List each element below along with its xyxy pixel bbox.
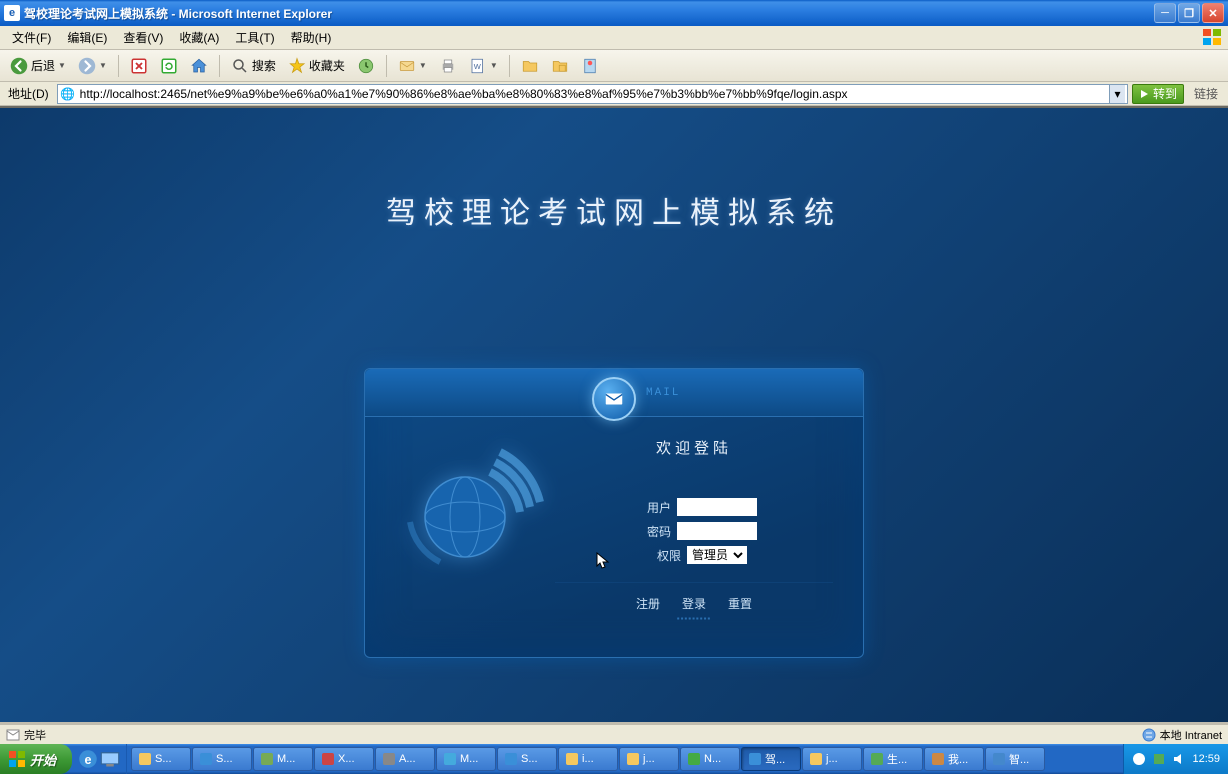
taskbar-item[interactable]: 我... <box>924 747 984 771</box>
user-label: 用户 <box>631 499 671 516</box>
forward-button[interactable]: ▼ <box>74 54 111 78</box>
taskbar-item[interactable]: X... <box>314 747 374 771</box>
ql-ie-icon[interactable]: e <box>78 749 98 769</box>
search-button[interactable]: 搜索 <box>227 54 280 78</box>
menu-file[interactable]: 文件(F) <box>4 27 59 48</box>
task-items: S...S...M...X...A...M...S...i...j...N...… <box>127 747 1123 771</box>
history-button[interactable] <box>353 54 379 78</box>
login-form: 欢迎登陆 用户 密码 权限 管理员 注册 登录 <box>545 437 833 623</box>
login-panel: MAIL <box>364 368 864 658</box>
tray-volume-icon[interactable] <box>1172 752 1186 766</box>
globe-illustration <box>395 437 545 587</box>
menu-favorites[interactable]: 收藏(A) <box>171 27 227 48</box>
edit-button[interactable]: W▼ <box>465 54 502 78</box>
menu-bar: 文件(F) 编辑(E) 查看(V) 收藏(A) 工具(T) 帮助(H) <box>0 26 1228 50</box>
register-button[interactable]: 注册 <box>628 593 668 614</box>
ie-favicon: e <box>4 5 20 21</box>
taskbar-item[interactable]: 驾... <box>741 747 801 771</box>
quick-launch: e <box>72 744 127 774</box>
menu-tools[interactable]: 工具(T) <box>227 27 282 48</box>
menu-edit[interactable]: 编辑(E) <box>59 27 115 48</box>
url-input[interactable] <box>80 87 1105 101</box>
password-label: 密码 <box>631 523 671 540</box>
close-button[interactable]: ✕ <box>1202 3 1224 23</box>
window-title: 驾校理论考试网上模拟系统 - Microsoft Internet Explor… <box>24 5 1154 22</box>
maximize-button[interactable]: ❐ <box>1178 3 1200 23</box>
tool-icon[interactable] <box>577 54 603 78</box>
taskbar-item[interactable]: 生... <box>863 747 923 771</box>
status-bar: 完毕 本地 Intranet <box>0 724 1228 744</box>
browser-toolbar: 后退 ▼ ▼ 搜索 收藏夹 ▼ W▼ <box>0 50 1228 82</box>
page-heading: 驾校理论考试网上模拟系统 <box>0 108 1228 232</box>
taskbar-item[interactable]: j... <box>619 747 679 771</box>
clock[interactable]: 12:59 <box>1192 753 1220 765</box>
tray-icon-1[interactable] <box>1132 752 1146 766</box>
username-input[interactable] <box>677 498 757 516</box>
taskbar-item[interactable]: S... <box>131 747 191 771</box>
address-label: 地址(D) <box>4 85 53 102</box>
page-favicon: 🌐 <box>60 86 76 102</box>
zone-text: 本地 Intranet <box>1160 727 1222 743</box>
home-button[interactable] <box>186 54 212 78</box>
taskbar-item[interactable]: S... <box>192 747 252 771</box>
links-label[interactable]: 链接 <box>1188 85 1224 102</box>
taskbar-item[interactable]: 智... <box>985 747 1045 771</box>
taskbar-item[interactable]: M... <box>253 747 313 771</box>
address-bar: 地址(D) 🌐 ▾ 转到 链接 <box>0 82 1228 106</box>
system-tray[interactable]: 12:59 <box>1123 744 1228 774</box>
panel-header: MAIL <box>365 369 863 417</box>
go-button[interactable]: 转到 <box>1132 84 1184 104</box>
role-select[interactable]: 管理员 <box>687 546 747 564</box>
welcome-text: 欢迎登陆 <box>555 437 833 458</box>
taskbar-item[interactable]: M... <box>436 747 496 771</box>
minimize-button[interactable]: ─ <box>1154 3 1176 23</box>
page-viewport: 驾校理论考试网上模拟系统 MAIL <box>0 106 1228 724</box>
svg-text:W: W <box>474 62 482 71</box>
mail-label: MAIL <box>646 387 680 399</box>
done-icon <box>6 728 20 742</box>
url-box[interactable]: 🌐 ▾ <box>57 84 1128 104</box>
taskbar-item[interactable]: S... <box>497 747 557 771</box>
taskbar-item[interactable]: N... <box>680 747 740 771</box>
window-titlebar: e 驾校理论考试网上模拟系统 - Microsoft Internet Expl… <box>0 0 1228 26</box>
login-button[interactable]: 登录 <box>674 593 714 614</box>
taskbar: 开始 e S...S...M...X...A...M...S...i...j..… <box>0 744 1228 774</box>
menu-help[interactable]: 帮助(H) <box>283 27 340 48</box>
stop-button[interactable] <box>126 54 152 78</box>
windows-flag-icon <box>1202 28 1222 46</box>
mail-icon <box>592 377 636 421</box>
folder-icon-1[interactable] <box>517 54 543 78</box>
reset-button[interactable]: 重置 <box>720 593 760 614</box>
role-label: 权限 <box>641 547 681 564</box>
ql-desktop-icon[interactable] <box>100 749 120 769</box>
favorites-button[interactable]: 收藏夹 <box>284 54 349 78</box>
taskbar-item[interactable]: j... <box>802 747 862 771</box>
tray-icon-2[interactable] <box>1152 752 1166 766</box>
panel-decoration: ▪▪▪▪▪▪▪▪▪ <box>555 614 833 623</box>
mail-button[interactable]: ▼ <box>394 54 431 78</box>
password-input[interactable] <box>677 522 757 540</box>
zone-icon <box>1142 728 1156 742</box>
menu-view[interactable]: 查看(V) <box>115 27 171 48</box>
taskbar-item[interactable]: A... <box>375 747 435 771</box>
svg-text:e: e <box>85 753 92 767</box>
back-button[interactable]: 后退 ▼ <box>6 54 70 78</box>
folder-icon-2[interactable] <box>547 54 573 78</box>
refresh-button[interactable] <box>156 54 182 78</box>
taskbar-item[interactable]: i... <box>558 747 618 771</box>
print-button[interactable] <box>435 54 461 78</box>
start-button[interactable]: 开始 <box>0 744 72 774</box>
status-text: 完毕 <box>24 727 46 743</box>
url-dropdown[interactable]: ▾ <box>1109 85 1125 103</box>
